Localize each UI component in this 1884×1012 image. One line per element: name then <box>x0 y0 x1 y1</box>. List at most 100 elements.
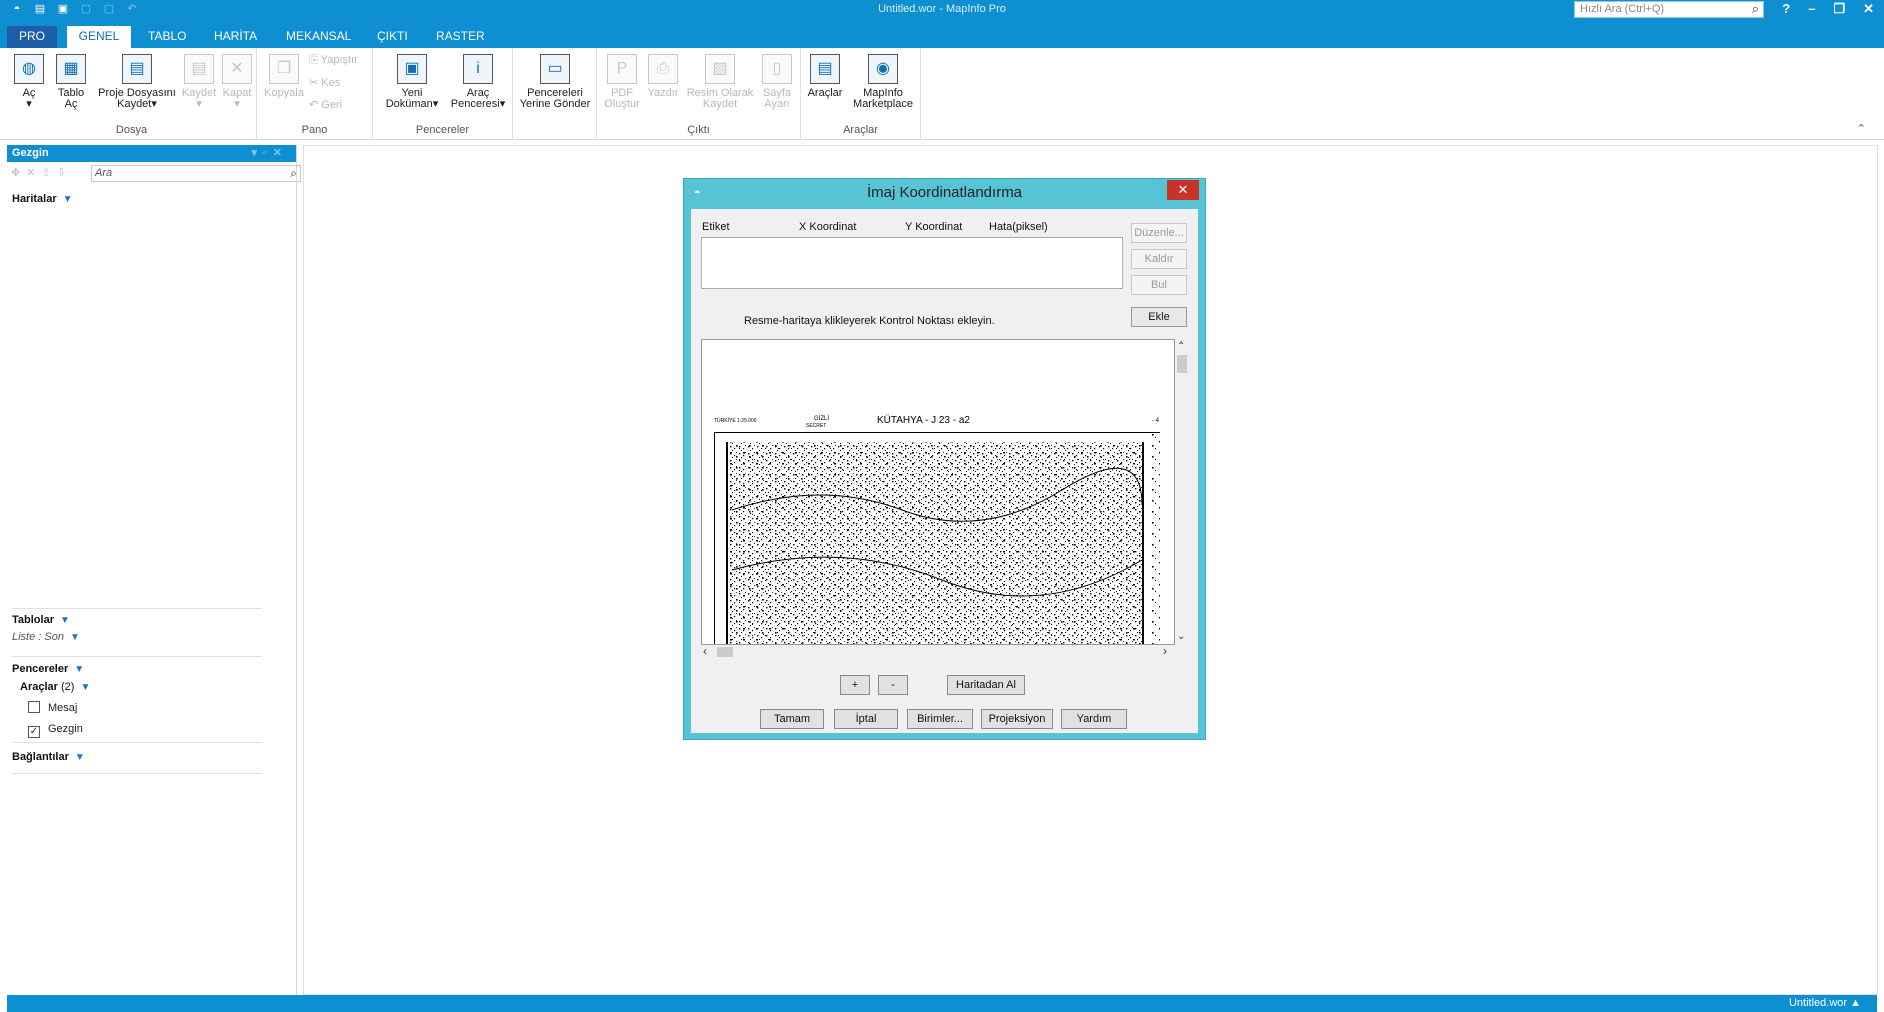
search-icon[interactable]: ⌕ <box>290 166 297 181</box>
section-baglantilar[interactable]: Bağlantılar ▼ <box>12 751 85 763</box>
triangle-down-icon[interactable]: ▼ <box>80 682 90 693</box>
section-haritalar[interactable]: Haritalar ▼ <box>12 193 73 205</box>
triangle-down-icon[interactable]: ▼ <box>63 194 73 205</box>
restore-button[interactable]: ❐ <box>1833 1 1845 17</box>
open-button[interactable]: ◍ Aç ▾ <box>11 54 47 110</box>
scroll-thumb[interactable] <box>1177 355 1187 373</box>
paste-button[interactable]: ⎘ Yapıştır <box>309 54 358 67</box>
units-button[interactable]: Birimler... <box>907 709 973 729</box>
tab-pro[interactable]: PRO <box>7 26 57 48</box>
edit-button[interactable]: Düzenle... <box>1131 223 1187 243</box>
triangle-down-icon[interactable]: ▼ <box>70 632 80 643</box>
scroll-left-icon[interactable]: ‹ <box>703 644 707 658</box>
page-icon: ▯ <box>762 54 792 84</box>
vertical-scrollbar[interactable]: ⌃ ⌄ <box>1175 339 1189 645</box>
quick-search-input[interactable]: Hızlı Ara (Ctrl+Q) ⌕ <box>1574 1 1764 18</box>
raster-preview[interactable]: TÜRKİYE 1:25.000 GİZLİ SECRET KÜTAHYA - … <box>701 339 1175 645</box>
control-points-list[interactable] <box>701 237 1123 289</box>
paste-label: Yapıştır <box>320 54 358 66</box>
window-controls: ? – ❐ ✕ <box>1782 1 1874 17</box>
save-as-image-label-2: Kaydet <box>702 98 738 110</box>
cancel-button[interactable]: İptal <box>834 709 898 729</box>
pane-controls[interactable]: ▾▫✕ <box>251 146 288 159</box>
copy-button[interactable]: ❐ Kopyala <box>263 54 305 99</box>
column-x[interactable]: X Koordinat <box>799 221 856 233</box>
new-document-icon: ▣ <box>397 54 427 84</box>
column-etiket[interactable]: Etiket <box>702 221 730 233</box>
zoom-out-button[interactable]: - <box>878 675 908 695</box>
tab-tablo[interactable]: TABLO <box>138 26 196 48</box>
ribbon: ◍ Aç ▾ ▦ Tablo Aç ▤ Proje Dosyasını Kayde… <box>0 48 1884 140</box>
list-sort-selector[interactable]: Liste : Son ▼ <box>12 631 80 643</box>
explorer-search-input[interactable]: Ara ⌕ <box>91 165 301 182</box>
explorer-tool-icons[interactable]: ✥✕⇧⇩ <box>11 166 72 179</box>
add-button[interactable]: Ekle <box>1131 307 1187 327</box>
section-pencereler-label: Pencereler <box>12 663 69 675</box>
undo-button[interactable]: ↶ Geri <box>309 98 342 111</box>
printer-icon: ⎙ <box>648 54 678 84</box>
subsection-araclar-count: (2) <box>60 681 75 693</box>
open-table-button[interactable]: ▦ Tablo Aç <box>51 54 91 110</box>
triangle-down-icon[interactable]: ▼ <box>75 752 85 763</box>
ribbon-tabs: PRO GENEL TABLO HARİTA MEKANSAL ÇIKTI RA… <box>0 20 1884 48</box>
page-setup-button[interactable]: ▯ Sayfa Ayarı <box>757 54 797 110</box>
divider <box>12 656 262 657</box>
horizontal-scrollbar[interactable]: ‹ › <box>701 644 1175 659</box>
zoom-in-button[interactable]: + <box>840 675 870 695</box>
title-bar: ◓ ▤ ▣ ▢ ▢ ↶ Untitled.wor - MapInfo Pro H… <box>0 0 1884 20</box>
column-hata[interactable]: Hata(piksel) <box>989 221 1048 233</box>
dialog-close-button[interactable]: ✕ <box>1167 180 1199 200</box>
minimize-button[interactable]: – <box>1808 1 1815 17</box>
workspace-status[interactable]: Untitled.wor ▲ <box>1789 997 1861 1009</box>
remove-button[interactable]: Kaldır <box>1131 249 1187 269</box>
save-workspace-button[interactable]: ▤ Proje Dosyasını Kaydet▾ <box>95 54 179 110</box>
tool-window-button[interactable]: i Araç Penceresi▾ <box>447 54 509 110</box>
save-table-button[interactable]: ▤ Kaydet ▾ <box>179 54 219 110</box>
subsection-araclar[interactable]: Araçlar (2) ▼ <box>20 681 90 693</box>
divider <box>12 773 262 774</box>
get-from-map-button[interactable]: Haritadan Al <box>947 675 1025 695</box>
tab-mekansal[interactable]: MEKANSAL <box>276 26 361 48</box>
tab-genel[interactable]: GENEL <box>67 26 131 48</box>
pdf-button[interactable]: P PDF Oluştur <box>603 54 641 110</box>
tab-cikti[interactable]: ÇIKTI <box>367 26 418 48</box>
triangle-down-icon[interactable]: ▼ <box>60 615 70 626</box>
globe-open-icon: ◍ <box>14 54 44 84</box>
section-pencereler[interactable]: Pencereler ▼ <box>12 663 84 675</box>
scroll-thumb[interactable] <box>717 647 733 657</box>
explorer-title: Gezgin <box>12 147 49 159</box>
help-button[interactable]: Yardım <box>1061 709 1127 729</box>
projection-button[interactable]: Projeksiyon <box>981 709 1053 729</box>
triangle-up-icon[interactable]: ▲ <box>1850 997 1861 1009</box>
tab-raster[interactable]: RASTER <box>426 26 495 48</box>
ok-button[interactable]: Tamam <box>760 709 824 729</box>
tab-harita[interactable]: HARİTA <box>204 26 267 48</box>
triangle-down-icon[interactable]: ▼ <box>74 664 84 675</box>
window-item-mesaj[interactable]: Mesaj <box>28 701 77 714</box>
find-button[interactable]: Bul <box>1131 275 1187 295</box>
help-button[interactable]: ? <box>1782 1 1790 17</box>
checkbox-mesaj[interactable] <box>28 701 40 713</box>
map-sheet-left-label: TÜRKİYE 1:25.000 <box>714 417 757 424</box>
cut-button[interactable]: ✂ Kes <box>309 76 340 89</box>
collapse-ribbon-icon[interactable]: ⌃ <box>1857 122 1866 135</box>
save-table-icon: ▤ <box>184 54 214 84</box>
search-icon[interactable]: ⌕ <box>1752 1 1759 17</box>
raster-map-image: TÜRKİYE 1:25.000 GİZLİ SECRET KÜTAHYA - … <box>702 340 1174 644</box>
scroll-up-icon[interactable]: ⌃ <box>1177 341 1185 352</box>
scroll-right-icon[interactable]: › <box>1163 644 1167 658</box>
section-tablolar[interactable]: Tablolar ▼ <box>12 614 70 626</box>
scroll-down-icon[interactable]: ⌄ <box>1177 631 1185 642</box>
window-item-gezgin[interactable]: ✓ Gezgin <box>28 723 83 738</box>
save-as-image-button[interactable]: ▨ Resim Olarak Kaydet <box>685 54 755 110</box>
checkbox-gezgin[interactable]: ✓ <box>28 726 40 738</box>
marketplace-button[interactable]: ◉ MapInfo Marketplace <box>847 54 919 110</box>
new-document-button[interactable]: ▣ Yeni Doküman▾ <box>381 54 443 110</box>
list-sort-label: Liste : Son <box>12 631 64 643</box>
close-table-button[interactable]: ✕ Kapat ▾ <box>219 54 255 110</box>
close-button[interactable]: ✕ <box>1863 1 1874 17</box>
column-y[interactable]: Y Koordinat <box>905 221 962 233</box>
tools-button[interactable]: ▤ Araçlar <box>805 54 845 99</box>
print-button[interactable]: ⎙ Yazdır <box>645 54 681 99</box>
send-windows-button[interactable]: ▭ Pencereleri Yerine Gönder <box>515 54 595 110</box>
